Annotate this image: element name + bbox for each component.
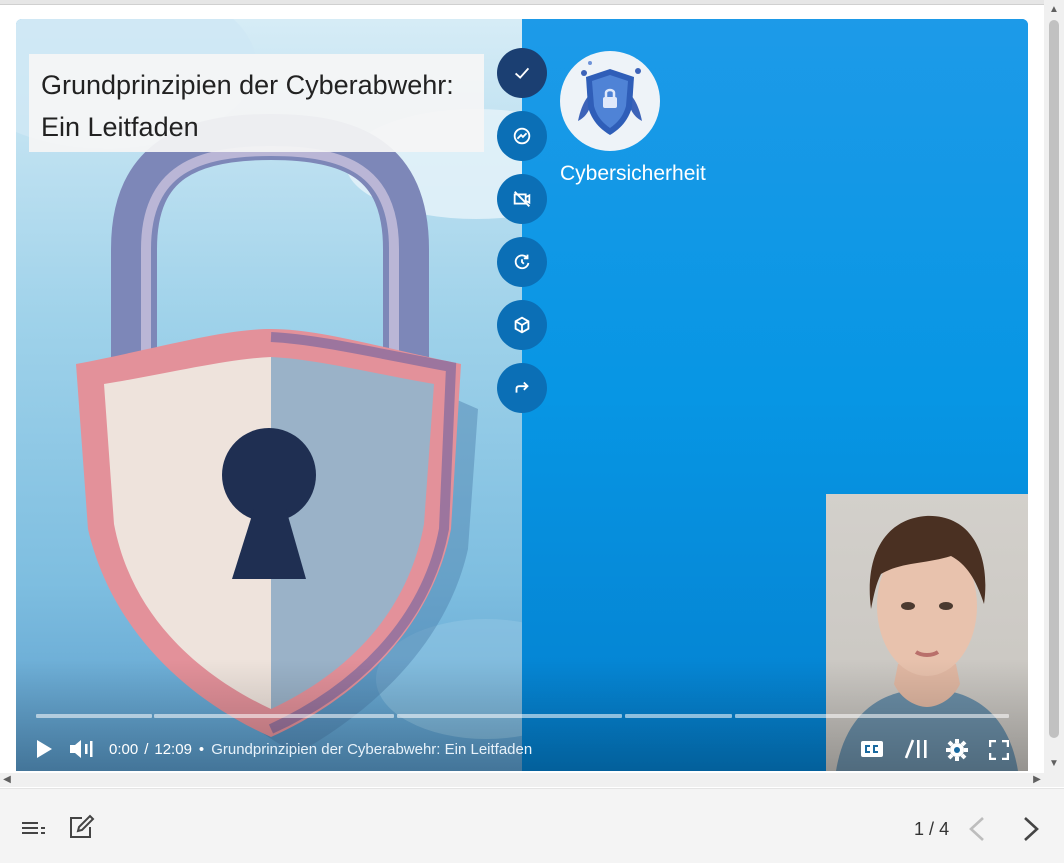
current-time: 0:00 <box>109 741 139 758</box>
3d-model-button[interactable] <box>497 300 547 350</box>
camera-off-icon <box>513 191 531 207</box>
page-indicator: 1 / 4 <box>914 819 950 839</box>
time-display: 0:00/12:09 • Grundprinzipien der Cyberabwe… <box>109 741 533 758</box>
trend-icon <box>513 127 531 145</box>
progress-bar[interactable] <box>36 714 1009 718</box>
bottom-toolbar: 1 / 4 <box>0 788 1064 863</box>
cube-icon <box>514 316 530 334</box>
top-border <box>0 0 1064 5</box>
topic-shield-image <box>560 51 660 151</box>
scroll-thumb[interactable] <box>1049 20 1059 738</box>
scroll-down-icon[interactable]: ▼ <box>1044 756 1064 772</box>
share-icon <box>515 381 529 393</box>
vertical-scrollbar[interactable]: ▲ ▼ <box>1044 0 1064 775</box>
fullscreen-icon[interactable] <box>989 740 1009 760</box>
slide-title-line1: Grundprinzipien der Cyberabwehr: <box>41 70 454 100</box>
horizontal-scrollbar[interactable]: ◀ ▶ <box>0 773 1064 787</box>
chevron-left-icon[interactable] <box>966 816 988 842</box>
scroll-right-icon[interactable]: ▶ <box>1030 773 1044 787</box>
playing-title: Grundprinzipien der Cyberabwehr: Ein Lei… <box>211 741 533 758</box>
slide-title-box: Grundprinzipien der Cyberabwehr: Ein Lei… <box>29 54 484 152</box>
chapter-segment[interactable] <box>36 714 152 718</box>
play-icon[interactable] <box>34 738 54 760</box>
share-button[interactable] <box>497 363 547 413</box>
chevron-right-icon[interactable] <box>1020 816 1042 842</box>
chapters-icon[interactable] <box>903 739 929 759</box>
chapter-segment[interactable] <box>397 714 622 718</box>
duration: 12:09 <box>154 741 192 758</box>
slide-title-line2: Ein Leitfaden <box>41 112 199 142</box>
check-icon <box>514 67 530 79</box>
video-player[interactable]: Grundprinzipien der Cyberabwehr: Ein Lei… <box>16 19 1028 771</box>
volume-icon[interactable] <box>68 738 96 760</box>
topic-label: Cybersicherheit <box>560 162 706 185</box>
chapter-segment[interactable] <box>625 714 732 718</box>
progress-button[interactable] <box>497 111 547 161</box>
chapter-segment[interactable] <box>735 714 1009 718</box>
scroll-up-icon[interactable]: ▲ <box>1044 2 1064 18</box>
edit-note-icon[interactable] <box>68 814 96 840</box>
settings-icon[interactable] <box>945 738 969 762</box>
camera-toggle-button[interactable] <box>497 174 547 224</box>
captions-icon[interactable] <box>860 740 884 758</box>
list-menu-icon[interactable] <box>21 820 47 836</box>
completed-button[interactable] <box>497 48 547 98</box>
history-button[interactable] <box>497 237 547 287</box>
chapter-segment[interactable] <box>154 714 394 718</box>
scroll-left-icon[interactable]: ◀ <box>0 773 14 787</box>
history-icon <box>514 254 530 270</box>
